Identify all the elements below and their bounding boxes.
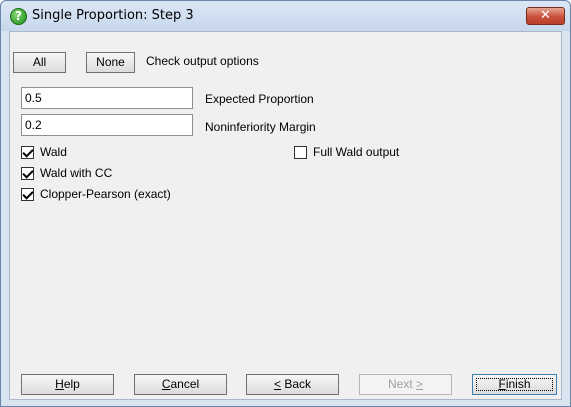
clopper-pearson-label: Clopper-Pearson (exact) (40, 187, 171, 201)
full-wald-output-label: Full Wald output (313, 145, 400, 159)
wald-checkbox[interactable]: Wald (21, 145, 67, 159)
checkbox-checked-icon (21, 145, 34, 159)
expected-proportion-input[interactable] (21, 87, 193, 109)
dialog-window: ? Single Proportion: Step 3 ✕ All None C… (0, 0, 571, 407)
noninferiority-margin-label: Noninferiority Margin (205, 120, 316, 134)
focus-rectangle (476, 378, 553, 391)
full-wald-output-checkbox[interactable]: Full Wald output (294, 145, 399, 159)
cancel-button[interactable]: Cancel (134, 374, 227, 395)
wald-label: Wald (40, 145, 67, 159)
expected-proportion-label: Expected Proportion (205, 92, 314, 106)
dialog-body: All None Check output options Expected P… (9, 31, 562, 400)
clopper-pearson-checkbox[interactable]: Clopper-Pearson (exact) (21, 187, 171, 201)
back-button[interactable]: < Back (246, 374, 339, 395)
close-button[interactable]: ✕ (526, 7, 565, 25)
finish-button[interactable]: Finish (472, 374, 557, 395)
help-button[interactable]: Help (21, 374, 114, 395)
next-button[interactable]: Next > (359, 374, 452, 395)
all-button[interactable]: All (13, 52, 66, 73)
checkbox-unchecked-icon (294, 145, 307, 159)
wald-cc-checkbox[interactable]: Wald with CC (21, 166, 112, 180)
title-bar[interactable]: ? Single Proportion: Step 3 ✕ (1, 1, 570, 31)
checkbox-checked-icon (21, 187, 34, 201)
window-title: Single Proportion: Step 3 (32, 8, 194, 23)
check-output-options-caption: Check output options (146, 54, 259, 68)
none-button[interactable]: None (86, 52, 135, 73)
wald-cc-label: Wald with CC (40, 166, 113, 180)
question-circle-icon: ? (10, 8, 27, 25)
checkbox-checked-icon (21, 166, 34, 180)
noninferiority-margin-input[interactable] (21, 114, 193, 136)
